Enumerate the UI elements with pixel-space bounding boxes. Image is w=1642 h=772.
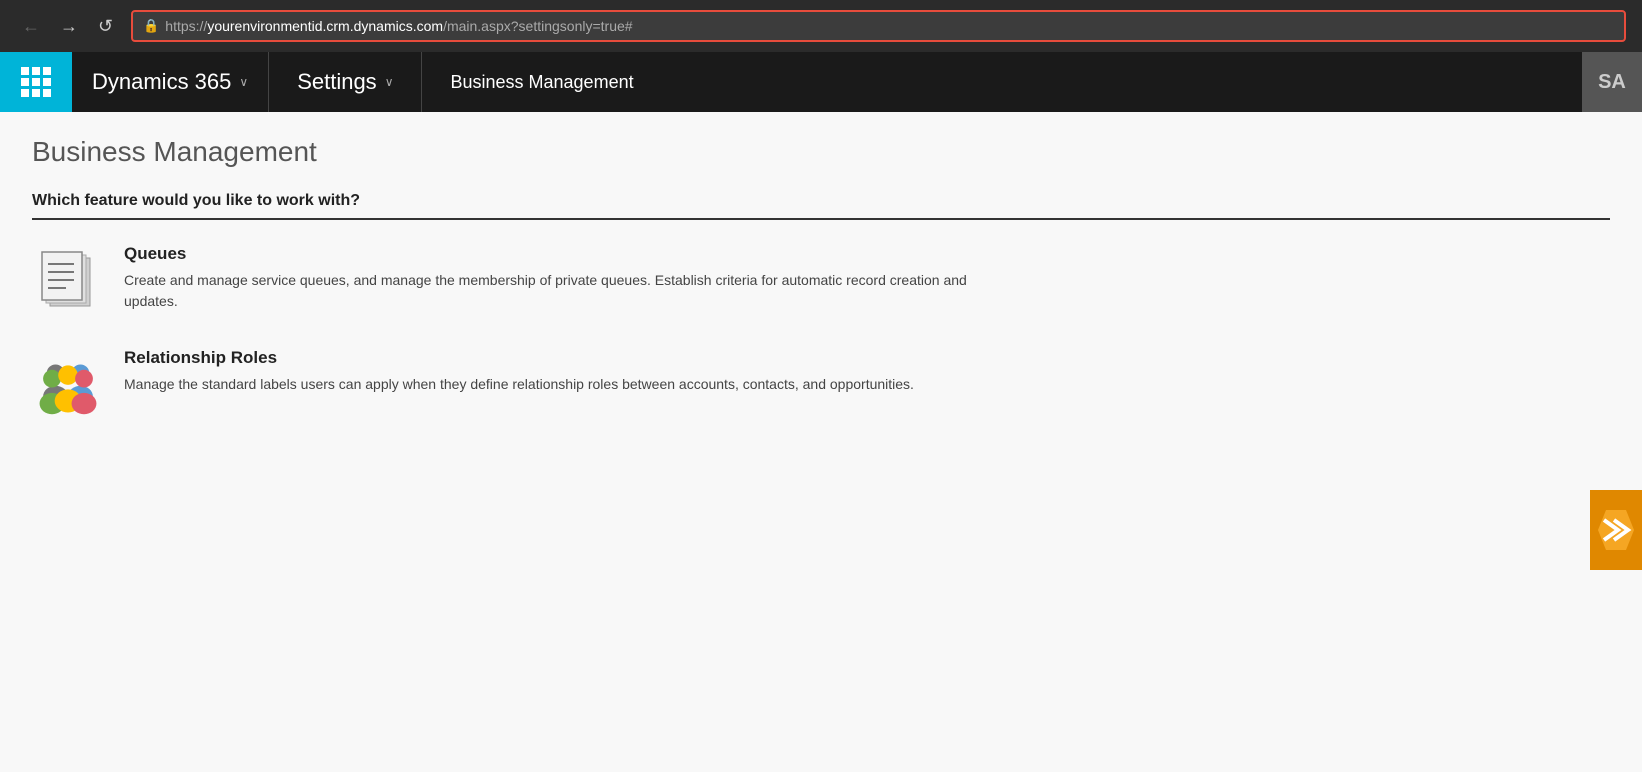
address-bar[interactable]: 🔒 https://yourenvironmentid.crm.dynamics… — [131, 10, 1626, 42]
queues-icon — [32, 244, 104, 316]
forward-button[interactable]: → — [54, 12, 84, 41]
address-text: https://yourenvironmentid.crm.dynamics.c… — [165, 18, 632, 34]
waffle-button[interactable] — [0, 52, 72, 112]
refresh-button[interactable]: ↺ — [92, 12, 119, 41]
relationship-roles-info: Relationship Roles Manage the standard l… — [124, 348, 914, 395]
biz-mgmt-label: Business Management — [450, 72, 633, 93]
settings-menu[interactable]: Settings ∨ — [269, 52, 422, 112]
list-item: Relationship Roles Manage the standard l… — [32, 348, 1610, 420]
main-content: Business Management Which feature would … — [0, 112, 1642, 772]
nav-buttons: ← → ↺ — [16, 12, 119, 41]
browser-chrome: ← → ↺ 🔒 https://yourenvironmentid.crm.dy… — [0, 0, 1642, 52]
address-prefix: https:// — [165, 18, 207, 34]
back-button[interactable]: ← — [16, 12, 46, 41]
queues-info: Queues Create and manage service queues,… — [124, 244, 1024, 312]
waffle-grid-icon — [21, 67, 51, 97]
queues-description: Create and manage service queues, and ma… — [124, 270, 1024, 312]
user-avatar[interactable]: SA — [1582, 52, 1642, 112]
address-highlighted: yourenvironmentid.crm.dynamics.com — [207, 18, 443, 34]
page-title: Business Management — [32, 136, 1610, 168]
app-title-chevron-icon: ∨ — [239, 75, 248, 89]
section-question: Which feature would you like to work wit… — [32, 192, 1610, 220]
orange-arrow-icon — [1596, 505, 1636, 555]
settings-label: Settings — [297, 69, 377, 95]
app-header: Dynamics 365 ∨ Settings ∨ Business Manag… — [0, 52, 1642, 112]
biz-mgmt-breadcrumb: Business Management — [422, 52, 661, 112]
address-suffix: /main.aspx?settingsonly=true# — [443, 18, 633, 34]
queues-title[interactable]: Queues — [124, 244, 1024, 264]
orange-side-icon — [1590, 490, 1642, 570]
app-title: Dynamics 365 — [92, 69, 231, 95]
lock-icon: 🔒 — [143, 18, 159, 34]
feature-list: Queues Create and manage service queues,… — [32, 244, 1610, 420]
relationship-roles-icon — [32, 348, 104, 420]
queues-svg-icon — [36, 248, 100, 312]
relationship-roles-description: Manage the standard labels users can app… — [124, 374, 914, 395]
settings-chevron-icon: ∨ — [385, 75, 394, 89]
relationship-roles-title[interactable]: Relationship Roles — [124, 348, 914, 368]
app-title-area[interactable]: Dynamics 365 ∨ — [72, 52, 269, 112]
content-wrapper: Which feature would you like to work wit… — [32, 192, 1610, 420]
list-item: Queues Create and manage service queues,… — [32, 244, 1610, 316]
roles-svg-icon — [36, 352, 100, 416]
